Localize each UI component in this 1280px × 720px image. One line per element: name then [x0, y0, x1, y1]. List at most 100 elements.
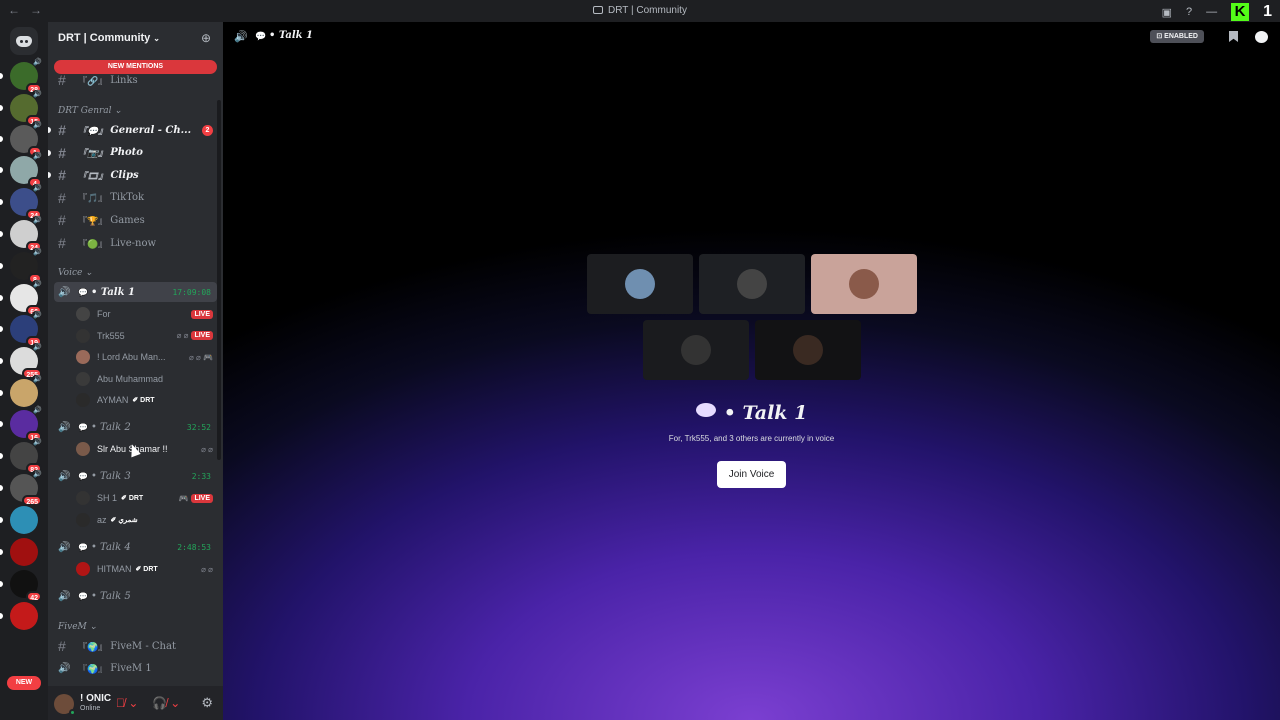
server-icon[interactable]: 19🔊 — [10, 311, 43, 347]
channel-title: • Talk 1 — [269, 30, 314, 41]
member-name: AYMAN — [97, 395, 129, 405]
guild-name: DRT | Community — [58, 32, 151, 44]
discord-home-button[interactable] — [10, 27, 38, 55]
server-icon[interactable]: 4🔊 — [10, 152, 43, 188]
text-channel[interactable]: # 『🏆』 Games — [54, 210, 217, 230]
title-bar: ← → DRT | Community ▣ ? — K 1 — [0, 0, 1280, 22]
text-channel[interactable]: # 『💬』 General - Ch... 2 — [48, 120, 217, 140]
participant-avatar — [849, 269, 879, 299]
server-icon[interactable]: 28🔊 — [10, 58, 43, 94]
voice-active-icon: 🔊 — [32, 248, 43, 256]
invite-people-icon[interactable]: ⊕ — [201, 31, 214, 45]
voice-member[interactable]: az ✐ شمري — [76, 510, 217, 530]
text-channel[interactable]: # 『🎞』 Clips — [48, 165, 217, 185]
unread-pill — [0, 326, 3, 332]
voice-active-icon: 🔊 — [32, 152, 43, 160]
participant-avatar — [681, 335, 711, 365]
server-icon[interactable]: 1🔊 — [10, 121, 43, 157]
server-icon[interactable]: 265 🔊 — [10, 470, 43, 506]
voice-member[interactable]: HITMAN ✐ DRT ⌀ ⌀ — [76, 559, 217, 579]
channel-name: Links — [110, 74, 138, 86]
member-name: Abu Muhammad — [97, 373, 164, 384]
headphones-deafened-icon[interactable]: 🎧̸ ⌄ — [152, 696, 180, 710]
voice-member[interactable]: For LIVE — [76, 304, 217, 324]
window-title: DRT | Community — [0, 5, 1280, 16]
member-avatar — [76, 393, 90, 407]
category-drt-genral[interactable]: DRT Genral ⌄ — [58, 106, 122, 116]
inbox-icon[interactable]: ▣ — [1162, 6, 1172, 19]
member-avatar — [76, 512, 90, 527]
server-icon[interactable]: 24🔊 — [10, 184, 43, 220]
enabled-label: ENABLED — [1164, 33, 1198, 40]
channel-name: Photo — [110, 147, 143, 159]
channel-name: FiveM 1 — [110, 662, 152, 674]
participant-tile[interactable] — [755, 320, 861, 380]
voice-channel-talk-3[interactable]: 🔊 💬 • Talk 3 2:33 — [54, 466, 217, 486]
voice-member[interactable]: Slr Abu Shamar !! ⌀ ⌀ — [76, 439, 217, 459]
member-avatar — [76, 328, 90, 343]
unread-pill — [0, 421, 3, 427]
member-avatar — [76, 371, 90, 386]
server-icon[interactable]: 🔊 — [10, 375, 43, 407]
new-mentions-pill[interactable]: NEW MENTIONS — [54, 60, 217, 74]
gear-icon[interactable]: ⚙ — [201, 695, 213, 711]
bookmark-icon[interactable] — [1229, 31, 1238, 42]
voice-channel-fivem-1[interactable]: 🔊 『🌍』 FiveM 1 — [54, 658, 217, 678]
text-channel[interactable]: # 『🟢』 Live-now — [54, 233, 217, 253]
voice-active-icon: 🔊 — [32, 311, 43, 319]
user-name[interactable]: ! ONIC — [80, 693, 111, 704]
speaker-icon: 🔊 — [58, 421, 71, 433]
voice-member[interactable]: Trk555 ⌀ ⌀ LIVE — [76, 326, 217, 346]
help-icon[interactable]: ? — [1186, 6, 1192, 18]
activity-status-badge[interactable]: ⊡ ENABLED — [1150, 30, 1204, 43]
participant-tile[interactable] — [699, 254, 805, 314]
server-icon[interactable] — [10, 602, 38, 630]
speaker-icon: 🔊 — [58, 286, 71, 298]
voice-member[interactable]: AYMAN ✐ DRT — [76, 390, 217, 410]
participant-tile[interactable] — [587, 254, 693, 314]
server-icon[interactable] — [10, 538, 38, 566]
sidebar-scrollbar[interactable] — [217, 100, 221, 460]
new-servers-pill[interactable]: NEW — [7, 676, 41, 690]
mic-muted-icon[interactable]: 🎙̸ ⌄ — [116, 696, 138, 710]
voice-channel-talk-4[interactable]: 🔊 💬 • Talk 4 2:48:53 — [54, 537, 217, 557]
server-icon[interactable]: 16🔊 — [10, 406, 43, 442]
participant-avatar — [793, 335, 823, 365]
voice-member[interactable]: ! Lord Abu Man... ⌀ ⌀ 🎮 — [76, 347, 217, 367]
server-icon[interactable]: 66🔊 — [10, 280, 43, 316]
server-icon[interactable]: 42 — [10, 570, 42, 602]
server-icon[interactable]: 82🔊 — [10, 438, 43, 474]
speech-bubble-icon: 💬 — [78, 591, 88, 601]
text-channel[interactable]: # 『🎵』 TikTok — [54, 188, 217, 208]
minimize-icon[interactable]: — — [1206, 6, 1217, 18]
unread-pill — [0, 136, 3, 142]
muted-deafened-icons: ⌀ ⌀ — [201, 564, 213, 574]
voice-channel-view: 🔊 💬 • Talk 1 ⊡ ENABLED • Talk 1 For, Trk… — [223, 22, 1280, 720]
server-icon[interactable]: 15🔊 — [10, 90, 43, 126]
member-name: ! Lord Abu Man... — [97, 352, 166, 362]
voice-channel-talk-2[interactable]: 🔊 💬 • Talk 2 32:52 — [54, 417, 217, 437]
voice-channel-talk-5[interactable]: 🔊 💬 • Talk 5 — [54, 586, 217, 606]
voice-active-icon: 🔊 — [32, 121, 43, 129]
text-channel[interactable]: # 『📷』 Photo — [48, 143, 217, 163]
category-voice[interactable]: Voice ⌄ — [58, 268, 93, 278]
chat-icon[interactable] — [1255, 31, 1268, 43]
participant-tile[interactable] — [643, 320, 749, 380]
server-icon[interactable] — [10, 506, 38, 534]
voice-channel-talk-1[interactable]: 🔊 💬 • Talk 1 17:09:08 — [54, 282, 217, 302]
join-voice-button[interactable]: Join Voice — [717, 461, 786, 488]
channel-fivem-chat[interactable]: # 『🌍』 FiveM - Chat — [54, 636, 217, 656]
participant-tile[interactable] — [811, 254, 917, 314]
voice-active-icon: 🔊 — [32, 216, 43, 224]
user-panel: ! ONIC Online 🎙̸ ⌄ 🎧̸ ⌄ ⚙ — [48, 686, 223, 720]
server-icon[interactable]: 24🔊 — [10, 216, 43, 252]
unread-pill — [0, 105, 3, 111]
voice-member[interactable]: SH 1 ✐ DRT 🎮 LIVE — [76, 488, 217, 508]
server-icon[interactable]: 255🔊 — [10, 343, 43, 379]
voice-member[interactable]: Abu Muhammad — [76, 369, 217, 389]
mention-badge: 265 — [22, 495, 42, 506]
server-icon[interactable]: 8🔊 — [10, 248, 43, 284]
channel-name: General - Ch... — [110, 124, 192, 136]
guild-header[interactable]: DRT | Community ⌄ — [48, 22, 223, 54]
category-fivem[interactable]: FiveM ⌄ — [58, 622, 97, 632]
